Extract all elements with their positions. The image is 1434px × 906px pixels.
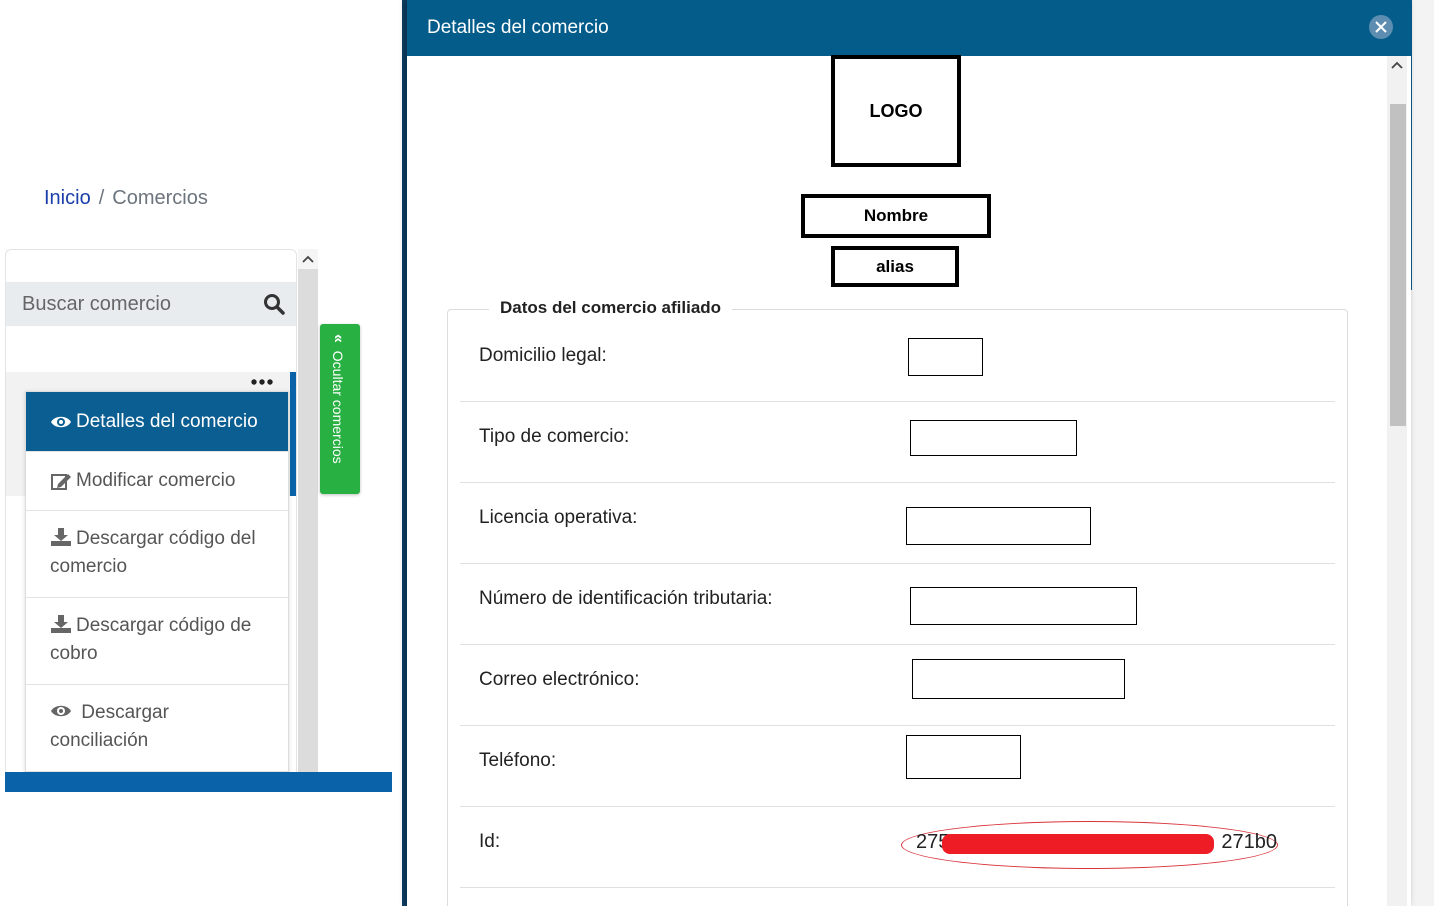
- commerce-name: Nombre: [801, 194, 991, 238]
- hide-commerces-tab[interactable]: « Ocultar comercios: [320, 324, 360, 494]
- modal-title: Detalles del comercio: [427, 17, 609, 38]
- commerce-panel: Detalles del comercio Modificar comercio…: [5, 249, 297, 792]
- field-label: Tipo de comercio:: [479, 426, 630, 447]
- field-label: Id:: [479, 831, 501, 852]
- hide-tab-label: Ocultar comercios: [330, 350, 346, 464]
- menu-item-label: Descargar código de cobro: [50, 615, 252, 664]
- menu-item-download-reconciliation[interactable]: Descargar conciliación: [26, 685, 288, 772]
- field-label: Licencia operativa:: [479, 507, 638, 528]
- field-value-tax-id: [910, 587, 1137, 625]
- search-icon[interactable]: [262, 292, 286, 316]
- panel-scrollbar[interactable]: [298, 249, 318, 772]
- selected-indicator: [290, 372, 296, 496]
- panel-scroll-up-button[interactable]: [298, 249, 318, 269]
- field-label: Correo electrónico:: [479, 669, 640, 690]
- section-title: Datos del comercio afiliado: [489, 298, 733, 318]
- search-input[interactable]: [6, 282, 256, 326]
- more-options-icon[interactable]: [250, 378, 274, 386]
- breadcrumb-current: Comercios: [112, 187, 208, 209]
- field-row-commerce-type: Tipo de comercio:: [460, 402, 1335, 483]
- eye-icon: [51, 416, 71, 427]
- commerce-details-modal: Detalles del comercio LOGO Nombre alias …: [407, 0, 1411, 906]
- field-value-email: [912, 659, 1125, 699]
- modal-scrollbar[interactable]: [1387, 56, 1407, 906]
- menu-item-label: Modificar comercio: [76, 470, 236, 491]
- commerce-logo: LOGO: [831, 55, 961, 167]
- field-value-phone: [906, 735, 1021, 779]
- field-row-legal-address: Domicilio legal:: [460, 321, 1335, 402]
- menu-item-download-payment-code[interactable]: Descargar código de cobro: [26, 598, 288, 685]
- chevron-up-icon: [302, 255, 314, 263]
- menu-item-edit[interactable]: Modificar comercio: [26, 452, 288, 511]
- redaction-mark: [942, 834, 1214, 854]
- menu-item-label: Descargar código del comercio: [50, 528, 256, 577]
- double-chevron-left-icon: «: [330, 334, 347, 343]
- breadcrumb-home-link[interactable]: Inicio: [44, 187, 91, 209]
- menu-item-details[interactable]: Detalles del comercio: [26, 392, 288, 452]
- commerce-alias: alias: [831, 246, 959, 287]
- field-row-phone: Teléfono:: [460, 726, 1335, 807]
- field-row-operating-license: Licencia operativa:: [460, 483, 1335, 564]
- edit-icon: [51, 474, 71, 490]
- field-label: Número de identificación tributaria:: [479, 588, 773, 609]
- field-row-email: Correo electrónico:: [460, 645, 1335, 726]
- field-row-tax-id: Número de identificación tributaria:: [460, 564, 1335, 645]
- field-value-legal-address: [908, 338, 983, 376]
- breadcrumb-separator: /: [98, 187, 105, 209]
- close-icon: [1375, 21, 1387, 33]
- background-app-edge: [1410, 0, 1434, 906]
- chevron-up-icon[interactable]: [1391, 60, 1403, 70]
- field-value-operating-license: [906, 507, 1091, 545]
- field-label: Domicilio legal:: [479, 345, 607, 366]
- search-box: [6, 282, 296, 326]
- menu-item-label: Descargar conciliación: [50, 702, 169, 751]
- field-value-commerce-type: [910, 420, 1077, 456]
- download-icon: [51, 528, 71, 546]
- field-row-id: Id: 275 271b0: [460, 807, 1335, 888]
- breadcrumb: Inicio / Comercios: [44, 187, 208, 210]
- modal-scroll-thumb[interactable]: [1390, 104, 1406, 426]
- eye-icon: [51, 705, 71, 717]
- context-menu: Detalles del comercio Modificar comercio…: [25, 391, 289, 791]
- download-icon: [51, 615, 71, 633]
- field-label: Teléfono:: [479, 750, 557, 771]
- menu-item-label: Detalles del comercio: [76, 410, 258, 432]
- menu-item-download-commerce-code[interactable]: Descargar código del comercio: [26, 511, 288, 598]
- close-button[interactable]: [1369, 15, 1393, 39]
- modal-header: Detalles del comercio: [407, 0, 1411, 56]
- panel-footer-bar: [5, 772, 392, 792]
